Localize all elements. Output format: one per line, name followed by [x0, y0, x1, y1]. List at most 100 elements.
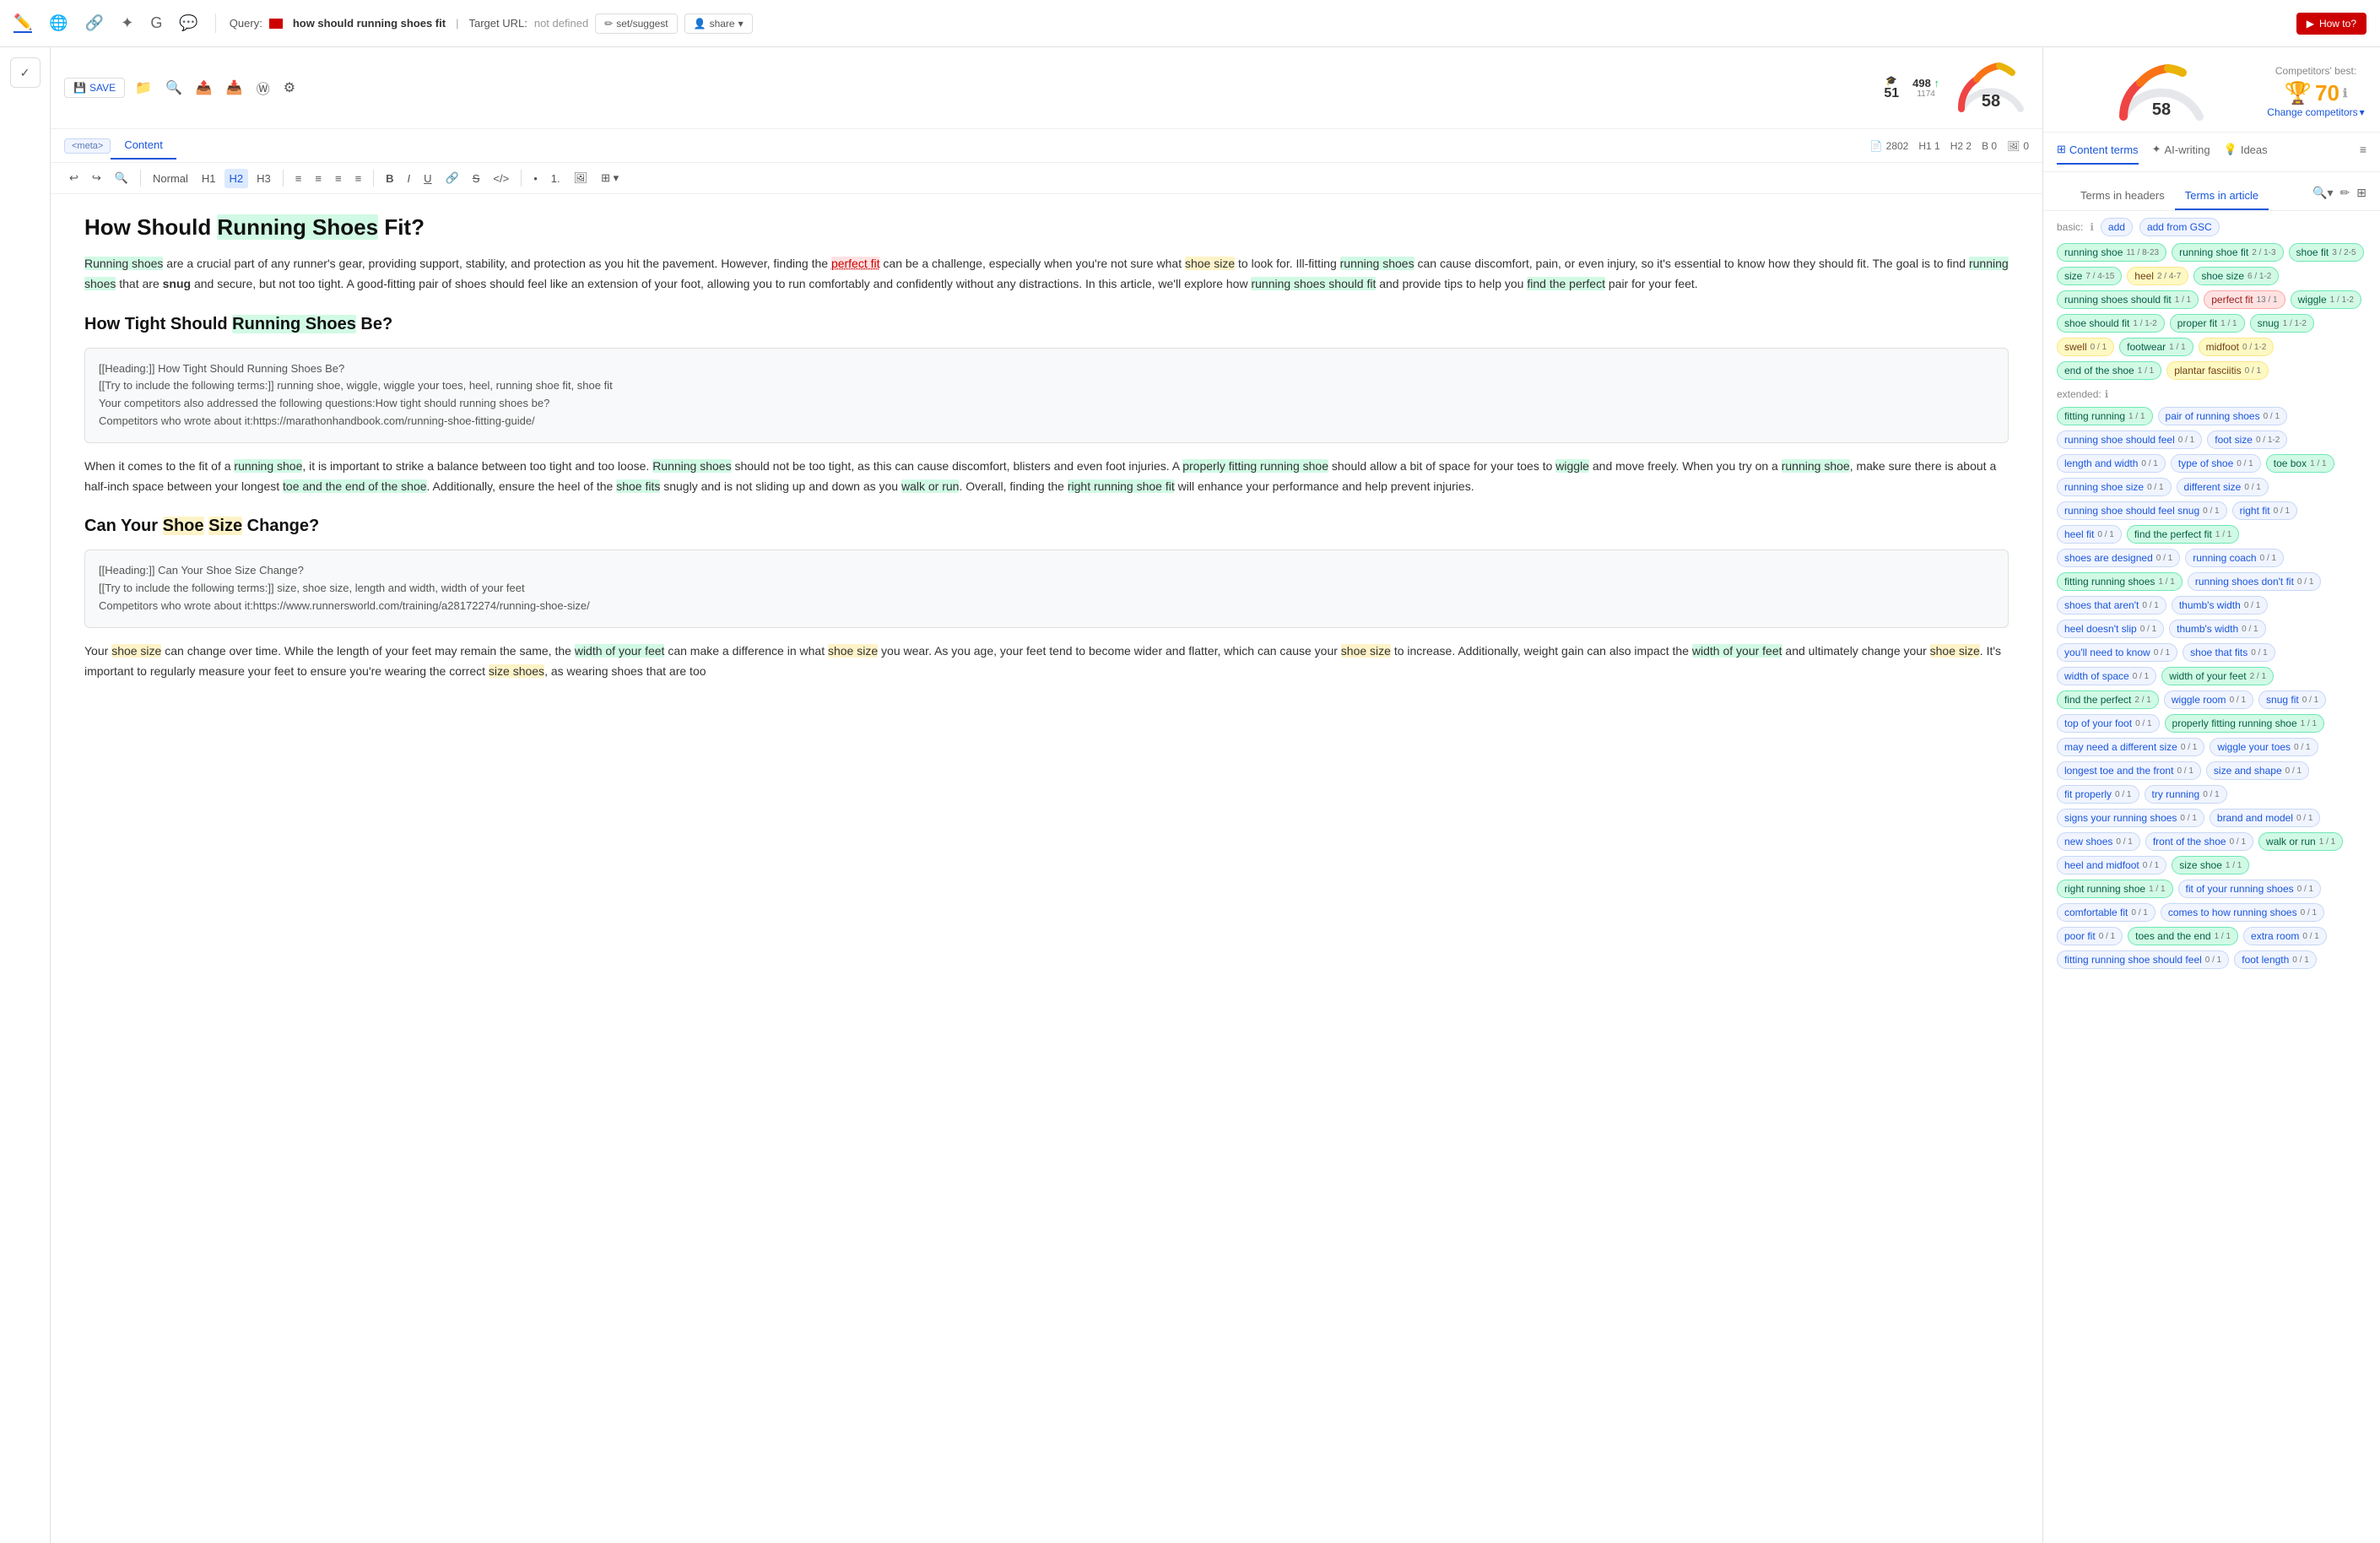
basic-tag[interactable]: heel 2 / 4-7	[2127, 267, 2188, 285]
basic-tag[interactable]: snug 1 / 1-2	[2250, 314, 2314, 333]
normal-style-button[interactable]: Normal	[148, 169, 193, 188]
extended-tag[interactable]: size and shape 0 / 1	[2206, 761, 2309, 780]
undo-button[interactable]: ↩	[64, 168, 84, 188]
extended-tag[interactable]: right running shoe 1 / 1	[2057, 880, 2173, 898]
extended-tag[interactable]: length and width 0 / 1	[2057, 454, 2166, 473]
bold-button[interactable]: B	[381, 169, 398, 188]
extended-tag[interactable]: top of your foot 0 / 1	[2057, 714, 2160, 733]
extended-tag[interactable]: longest toe and the front 0 / 1	[2057, 761, 2201, 780]
save-button[interactable]: 💾 SAVE	[64, 78, 125, 98]
youtube-button[interactable]: ▶ How to?	[2296, 13, 2366, 35]
underline-button[interactable]: U	[419, 169, 436, 188]
pen-icon[interactable]: ✏️	[14, 14, 32, 33]
extended-tag[interactable]: signs your running shoes 0 / 1	[2057, 809, 2204, 827]
extended-tag[interactable]: fit of your running shoes 0 / 1	[2178, 880, 2322, 898]
unordered-list-button[interactable]: •	[528, 169, 543, 188]
align-center-button[interactable]: ≡	[310, 169, 327, 188]
extended-tag[interactable]: new shoes 0 / 1	[2057, 832, 2140, 851]
extended-tag[interactable]: front of the shoe 0 / 1	[2145, 832, 2253, 851]
extended-tag[interactable]: different size 0 / 1	[2177, 478, 2269, 496]
extended-tag[interactable]: width of space 0 / 1	[2057, 667, 2156, 685]
share-button[interactable]: 👤 share ▾	[684, 14, 753, 34]
align-right-button[interactable]: ≡	[330, 169, 347, 188]
edit-icon[interactable]: ✏	[2340, 186, 2350, 200]
basic-tag[interactable]: end of the shoe 1 / 1	[2057, 361, 2161, 380]
basic-tag[interactable]: shoe should fit 1 / 1-2	[2057, 314, 2165, 333]
editor-content[interactable]: How Should Running Shoes Fit? Running sh…	[51, 194, 2042, 1543]
extended-tag[interactable]: find the perfect 2 / 1	[2057, 690, 2159, 709]
extended-tag[interactable]: heel doesn't slip 0 / 1	[2057, 620, 2164, 638]
basic-tag[interactable]: running shoe fit 2 / 1-3	[2172, 243, 2283, 262]
image-insert-button[interactable]: 🖼	[569, 168, 593, 188]
basic-tag[interactable]: shoe size 6 / 1-2	[2193, 267, 2279, 285]
h3-button[interactable]: H3	[252, 169, 276, 188]
filter-icon[interactable]: 🔍▾	[2312, 186, 2333, 200]
share-icon[interactable]: ✦	[121, 14, 133, 32]
extended-tag[interactable]: find the perfect fit 1 / 1	[2127, 525, 2240, 544]
extended-tag[interactable]: wiggle your toes 0 / 1	[2210, 738, 2318, 756]
basic-tag[interactable]: midfoot 0 / 1-2	[2199, 338, 2275, 356]
basic-tag[interactable]: running shoe 11 / 8-23	[2057, 243, 2166, 262]
basic-tag[interactable]: plantar fasciitis 0 / 1	[2166, 361, 2269, 380]
extended-tag[interactable]: comfortable fit 0 / 1	[2057, 903, 2156, 922]
align-justify-button[interactable]: ≡	[350, 169, 367, 188]
basic-tag[interactable]: running shoes should fit 1 / 1	[2057, 290, 2199, 309]
extended-tag[interactable]: fitting running 1 / 1	[2057, 407, 2153, 425]
link-icon[interactable]: 🔗	[85, 14, 104, 32]
table-insert-button[interactable]: ⊞ ▾	[596, 168, 624, 188]
extended-tag[interactable]: toes and the end 1 / 1	[2128, 927, 2238, 945]
extended-tag[interactable]: try running 0 / 1	[2145, 785, 2227, 804]
basic-tag[interactable]: swell 0 / 1	[2057, 338, 2114, 356]
basic-tag[interactable]: perfect fit 13 / 1	[2204, 290, 2285, 309]
adjust-icon[interactable]: ⊞	[2356, 186, 2366, 200]
ordered-list-button[interactable]: 1.	[546, 169, 565, 188]
extended-tag[interactable]: properly fitting running shoe 1 / 1	[2165, 714, 2325, 733]
strikethrough-button[interactable]: S	[468, 169, 485, 188]
globe-icon[interactable]: 🌐	[49, 14, 68, 32]
list-icon[interactable]: ≡	[2360, 143, 2366, 156]
extended-tag[interactable]: size shoe 1 / 1	[2172, 856, 2249, 874]
extended-tag[interactable]: running shoe should feel 0 / 1	[2057, 430, 2202, 449]
set-suggest-button[interactable]: ✏ set/suggest	[595, 14, 677, 34]
italic-button[interactable]: I	[403, 169, 416, 188]
extended-tag[interactable]: foot length 0 / 1	[2234, 950, 2317, 969]
extended-tag[interactable]: type of shoe 0 / 1	[2171, 454, 2261, 473]
extended-tag[interactable]: fitting running shoes 1 / 1	[2057, 572, 2183, 591]
google-icon[interactable]: G	[150, 14, 162, 32]
extended-tag[interactable]: comes to how running shoes 0 / 1	[2161, 903, 2324, 922]
link-button[interactable]: 🔗	[441, 168, 464, 188]
settings-icon-btn[interactable]: ⚙	[280, 76, 299, 100]
extended-tag[interactable]: may need a different size 0 / 1	[2057, 738, 2204, 756]
search-icon-btn[interactable]: 🔍	[162, 76, 186, 100]
add-term-button[interactable]: add	[2101, 218, 2133, 236]
extended-tag[interactable]: you'll need to know 0 / 1	[2057, 643, 2177, 662]
extended-tag[interactable]: pair of running shoes 0 / 1	[2158, 407, 2288, 425]
search-format-button[interactable]: 🔍	[110, 168, 133, 188]
extended-tag[interactable]: running shoe should feel snug 0 / 1	[2057, 501, 2227, 520]
extended-tag[interactable]: extra room 0 / 1	[2243, 927, 2327, 945]
nav-content-terms[interactable]: ⊞ Content terms	[2057, 143, 2139, 165]
tab-terms-article[interactable]: Terms in article	[2175, 182, 2269, 210]
extended-tag[interactable]: thumb's width 0 / 1	[2172, 596, 2268, 614]
inline-code-button[interactable]: </>	[488, 169, 514, 188]
extended-tag[interactable]: width of your feet 2 / 1	[2161, 667, 2274, 685]
wordpress-icon-btn[interactable]: Ⓦ	[253, 74, 273, 101]
add-gsc-button[interactable]: add from GSC	[2139, 218, 2220, 236]
basic-tag[interactable]: wiggle 1 / 1-2	[2291, 290, 2361, 309]
extended-tag[interactable]: toe box 1 / 1	[2266, 454, 2334, 473]
tab-meta[interactable]: <meta>	[64, 138, 111, 154]
chat-icon[interactable]: 💬	[179, 14, 197, 32]
extended-tag[interactable]: running shoe size 0 / 1	[2057, 478, 2172, 496]
nav-ai-writing[interactable]: ✦ AI-writing	[2152, 143, 2210, 165]
extended-tag[interactable]: poor fit 0 / 1	[2057, 927, 2123, 945]
basic-tag[interactable]: footwear 1 / 1	[2119, 338, 2193, 356]
extended-tag[interactable]: wiggle room 0 / 1	[2164, 690, 2253, 709]
extended-tag[interactable]: heel fit 0 / 1	[2057, 525, 2122, 544]
extended-tag[interactable]: shoes that aren't 0 / 1	[2057, 596, 2166, 614]
basic-tag[interactable]: size 7 / 4-15	[2057, 267, 2122, 285]
extended-tag[interactable]: fitting running shoe should feel 0 / 1	[2057, 950, 2229, 969]
import-icon-btn[interactable]: 📥	[223, 76, 246, 100]
collapse-button[interactable]: ✓	[10, 57, 41, 88]
change-competitors-link[interactable]: Change competitors ▾	[2265, 106, 2366, 118]
extended-tag[interactable]: running shoes don't fit 0 / 1	[2188, 572, 2322, 591]
